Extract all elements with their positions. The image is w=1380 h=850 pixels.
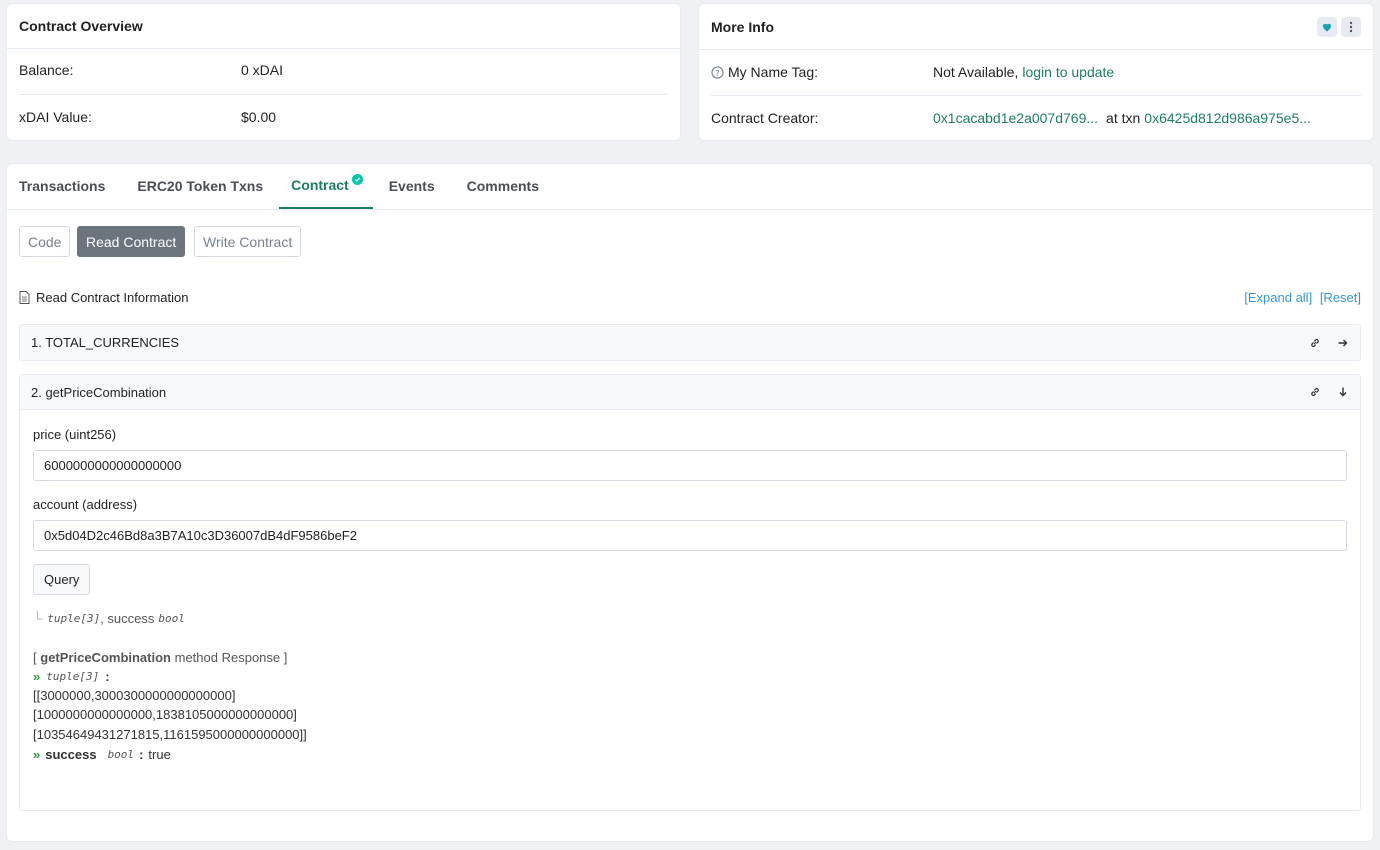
tab-transactions[interactable]: Transactions [3, 163, 121, 209]
function-name: 2. getPriceCombination [31, 384, 167, 400]
divider [19, 94, 668, 95]
creator-label: Contract Creator: [711, 110, 819, 126]
name-tag-label-wrap: ? My Name Tag: [711, 64, 933, 80]
balance-label: Balance: [19, 62, 74, 78]
login-link[interactable]: login to update [1022, 64, 1114, 80]
section-title-text: Read Contract Information [36, 290, 189, 305]
output-type: bool [107, 748, 135, 761]
response-header: [ getPriceCombination method Response ] [33, 650, 287, 665]
vertical-ellipsis-icon [1349, 21, 1353, 32]
more-info-card: More Info ? My Name Tag: Not Available, … [698, 3, 1374, 141]
heart-icon [1323, 23, 1331, 31]
contract-tabs-card: Transactions ERC20 Token Txns Contract E… [6, 163, 1374, 842]
output-type: tuple[3] [46, 670, 100, 683]
tab-label: Contract [291, 177, 349, 193]
contract-overview-card: Contract Overview Balance: 0 xDAI xDAI V… [6, 3, 681, 141]
account-input[interactable]: 0x5d04D2c46Bd8a3B7A10c3D36007dB4dF9586be… [33, 520, 1347, 551]
creator-row: Contract Creator: 0x1cacabd1e2a007d769..… [711, 110, 1361, 126]
tab-contract[interactable]: Contract [279, 163, 373, 209]
svg-text:?: ? [715, 67, 719, 77]
document-icon [19, 291, 30, 304]
output-name: success [45, 747, 97, 762]
query-button[interactable]: Query [33, 564, 91, 595]
balance-value: 0 xDAI [241, 62, 284, 78]
arrow-right-icon[interactable] [1337, 337, 1349, 349]
link-icon[interactable] [1309, 337, 1321, 349]
verified-check-icon [351, 174, 363, 185]
account-input-label: account (address) [33, 497, 138, 512]
double-chevron-icon: » [33, 669, 41, 684]
output-type: tuple[3] [47, 612, 101, 625]
output-line: [10354649431271815,1161595000000000000]] [33, 727, 307, 742]
tab-label: Comments [466, 178, 539, 194]
more-info-header: More Info [699, 4, 1373, 50]
response-label: method Response ] [174, 650, 288, 665]
balance-row: Balance: 0 xDAI [19, 62, 668, 78]
output-1-header: » tuple[3] : [33, 669, 110, 684]
function-name: 1. TOTAL_CURRENCIES [31, 335, 180, 350]
tab-label: ERC20 Token Txns [137, 178, 264, 194]
response-bracket: [ [33, 650, 37, 665]
tab-events[interactable]: Events [373, 163, 451, 209]
card-title: More Info [711, 18, 774, 35]
value-row: xDAI Value: $0.00 [19, 109, 668, 125]
name-tag-label: My Name Tag: [728, 64, 818, 80]
favorite-heart-button[interactable] [1317, 16, 1337, 37]
output-signature: └ tuple[3] , success bool [33, 611, 185, 626]
code-subtab-button[interactable]: Code [19, 226, 71, 257]
card-title: Contract Overview [7, 4, 680, 49]
divider [711, 95, 1361, 96]
link-icon[interactable] [1309, 386, 1321, 398]
read-contract-subtab-button[interactable]: Read Contract [77, 226, 186, 257]
output-sep: : [105, 669, 110, 684]
more-options-button[interactable] [1341, 16, 1361, 37]
value-label: xDAI Value: [19, 109, 92, 125]
at-txn-text: at txn [1106, 110, 1141, 126]
output-2-row: » success bool : true [33, 747, 171, 762]
write-contract-subtab-button[interactable]: Write Contract [194, 226, 302, 257]
price-input[interactable]: 6000000000000000000 [33, 450, 1347, 481]
function-header[interactable]: 2. getPriceCombination [20, 375, 1360, 410]
reset-link[interactable]: [Reset] [1320, 290, 1361, 305]
function-accordion-expanded: 2. getPriceCombination price (uint256) 6… [19, 374, 1361, 811]
txn-hash-link[interactable]: 0x6425d812d986a975e5... [1144, 110, 1311, 126]
creator-address-link[interactable]: 0x1cacabd1e2a007d769... [933, 110, 1098, 126]
expand-all-link[interactable]: [Expand all] [1244, 290, 1312, 305]
tab-comments[interactable]: Comments [451, 163, 555, 209]
value-amount: $0.00 [241, 109, 277, 125]
name-tag-value: Not Available, [933, 64, 1019, 80]
output-sep: : [139, 747, 144, 762]
response-method-name: getPriceCombination [40, 650, 171, 665]
output-line: [[3000000,3000300000000000000] [33, 688, 236, 703]
output-line: [1000000000000000,1838105000000000000] [33, 707, 297, 722]
tab-label: Events [388, 178, 435, 194]
tab-erc20-token-txns[interactable]: ERC20 Token Txns [121, 163, 279, 209]
tab-label: Transactions [19, 178, 106, 194]
arrow-down-icon[interactable] [1337, 386, 1349, 398]
read-contract-heading: Read Contract Information [19, 290, 188, 305]
function-header[interactable]: 1. TOTAL_CURRENCIES [20, 325, 1360, 360]
output-value: true [148, 747, 171, 762]
output-type: bool [158, 612, 185, 625]
price-input-label: price (uint256) [33, 427, 117, 442]
section-actions: [Expand all] [Reset] [1240, 290, 1361, 305]
double-chevron-icon: » [33, 747, 41, 762]
output-sep: , success [100, 611, 155, 626]
name-tag-row: ? My Name Tag: Not Available, login to u… [711, 64, 1361, 80]
function-accordion: 1. TOTAL_CURRENCIES [19, 324, 1361, 361]
tree-branch-icon: └ [33, 611, 43, 626]
help-circle-icon[interactable]: ? [711, 65, 724, 79]
tab-bar: Transactions ERC20 Token Txns Contract E… [7, 164, 1373, 210]
